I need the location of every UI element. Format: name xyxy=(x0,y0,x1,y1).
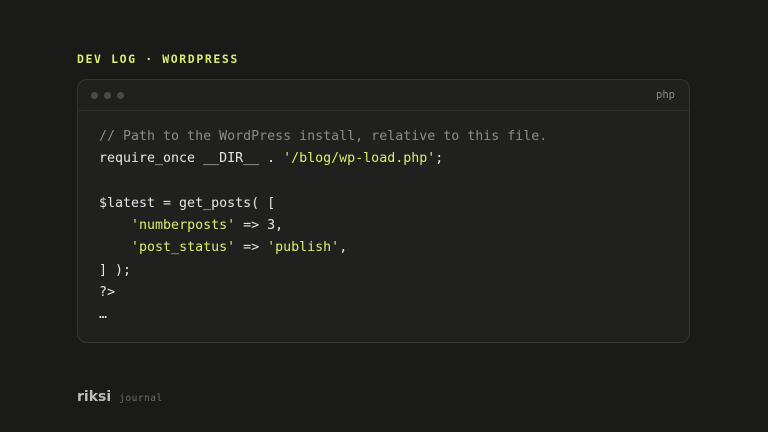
code-token-comment: // Path to the WordPress install, relati… xyxy=(99,129,548,144)
window-controls xyxy=(91,92,124,99)
window-dot-icon xyxy=(117,92,124,99)
code-line: // Path to the WordPress install, relati… xyxy=(99,126,547,148)
code-token-plain: => xyxy=(235,240,268,256)
code-line: ?> xyxy=(99,282,547,304)
code-token-plain: … xyxy=(99,307,108,323)
code-line: require_once __DIR__ . '/blog/wp-load.ph… xyxy=(99,148,547,170)
code-line: 'numberposts' => 3, xyxy=(99,215,547,237)
code-window: php // Path to the WordPress install, re… xyxy=(77,79,690,343)
footer: riksi journal xyxy=(77,389,163,405)
code-window-header: php xyxy=(78,80,689,111)
brand-logo: riksi xyxy=(77,389,112,405)
code-token-plain: ; xyxy=(435,151,444,167)
window-dot-icon xyxy=(91,92,98,99)
code-line: $latest = get_posts( [ xyxy=(99,193,547,215)
code-token-plain: $latest = get_posts( [ xyxy=(99,195,276,211)
code-token-plain: => 3, xyxy=(235,218,284,234)
code-line: ] ); xyxy=(99,260,547,282)
code-token-plain: require_once __DIR__ . xyxy=(99,151,284,167)
code-token-plain: , xyxy=(339,240,348,256)
code-block[interactable]: // Path to the WordPress install, relati… xyxy=(99,126,547,327)
code-token-string: 'publish' xyxy=(267,240,340,256)
code-token-string: 'numberposts' xyxy=(131,218,236,234)
brand-subtitle: journal xyxy=(119,393,163,404)
code-line: 'post_status' => 'publish', xyxy=(99,237,547,259)
section-eyebrow: DEV LOG · WORDPRESS xyxy=(77,52,239,66)
window-dot-icon xyxy=(104,92,111,99)
code-token-string: 'post_status' xyxy=(131,240,236,256)
code-language-label: php xyxy=(656,89,675,101)
code-token-plain: ] ); xyxy=(99,262,132,278)
code-token-string: '/blog/wp-load.php' xyxy=(283,151,436,167)
code-token-plain: ?> xyxy=(99,285,116,301)
code-line: … xyxy=(99,304,547,326)
